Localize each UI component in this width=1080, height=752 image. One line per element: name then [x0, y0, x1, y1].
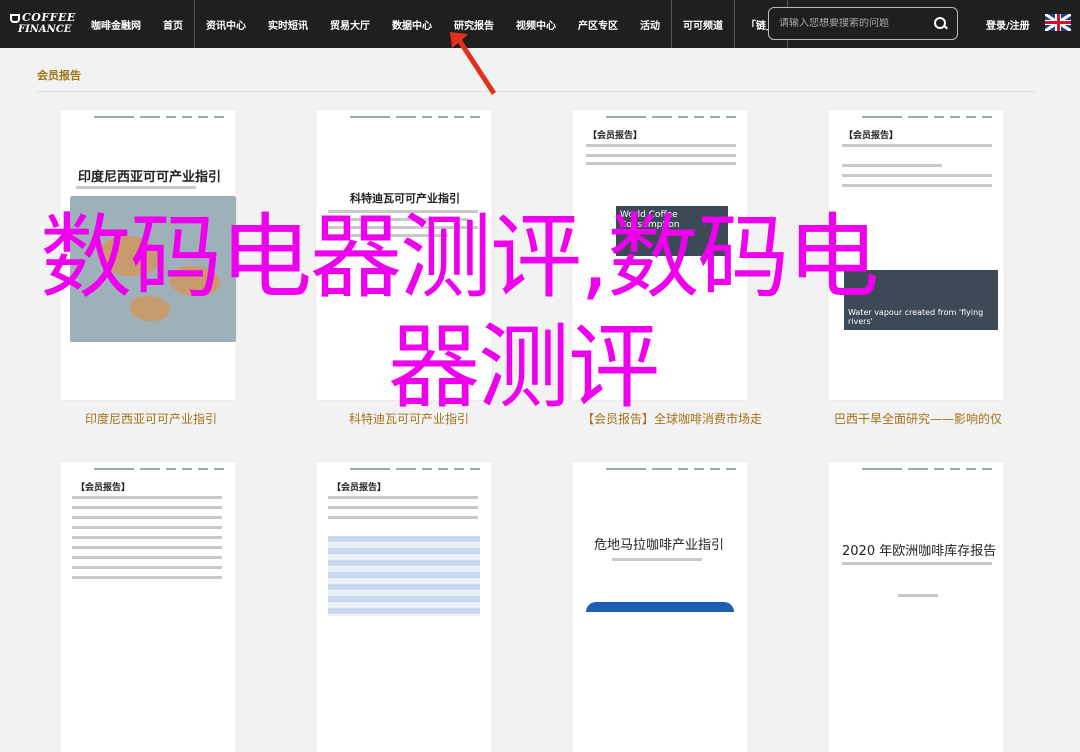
doc-text-line — [72, 506, 222, 509]
top-navigation-bar: COFFEE FINANCE 咖啡金融网 首页 资讯中心 实时短讯 贸易大厅 数… — [0, 0, 1080, 48]
report-card[interactable]: 科特迪瓦可可产业指引 科特迪瓦可可产业指引 — [316, 110, 492, 426]
report-card[interactable]: 【会员报告】 Water vapour created from 'flying… — [828, 110, 1004, 426]
doc-header — [94, 116, 230, 120]
nav-origin-zone[interactable]: 产区专区 — [567, 0, 629, 48]
doc-text-line — [72, 546, 222, 549]
doc-text-line — [72, 496, 222, 499]
doc-text-line — [842, 184, 992, 187]
nav-home[interactable]: 首页 — [152, 0, 194, 48]
nav-research-reports[interactable]: 研究报告 — [443, 0, 505, 48]
card-caption[interactable]: 科特迪瓦可可产业指引 — [349, 410, 469, 427]
card-caption[interactable]: 印度尼西亚可可产业指引 — [85, 410, 217, 427]
doc-title: 【会员报告】 — [332, 483, 387, 493]
section-divider — [37, 91, 1035, 92]
coffee-banner-image: World Coffee Consumption — [616, 206, 728, 256]
doc-header — [94, 468, 230, 472]
section-title: 会员报告 — [37, 69, 81, 82]
doc-text-line — [72, 566, 222, 569]
data-table-image — [328, 536, 480, 616]
doc-header — [862, 116, 998, 120]
doc-text-line — [72, 536, 222, 539]
doc-text-line — [328, 226, 478, 229]
nav-video-center[interactable]: 视频中心 — [505, 0, 567, 48]
doc-text-line — [612, 558, 702, 561]
doc-text-line — [72, 516, 222, 519]
report-card[interactable]: 2020 年欧洲咖啡库存报告 — [828, 462, 1004, 752]
search-input[interactable] — [779, 18, 933, 29]
doc-text-line — [328, 234, 448, 237]
doc-text-line — [72, 556, 222, 559]
nav-coffee-finance[interactable]: 咖啡金融网 — [80, 0, 152, 48]
report-card[interactable]: 危地马拉咖啡产业指引 — [572, 462, 748, 752]
nav-news-center[interactable]: 资讯中心 — [195, 0, 257, 48]
doc-header — [606, 468, 742, 472]
doc-text-line — [328, 218, 468, 221]
report-card[interactable]: 【会员报告】 — [60, 462, 236, 752]
doc-header — [350, 468, 486, 472]
logo-line1: COFFEE — [22, 11, 76, 24]
nav-cocoa-channel[interactable]: 可可频道 — [672, 0, 734, 48]
doc-header — [606, 116, 742, 120]
doc-text-line — [898, 594, 938, 597]
cover-graphic — [586, 602, 734, 612]
coffee-finance-logo[interactable]: COFFEE FINANCE — [0, 0, 80, 48]
doc-text-line — [586, 144, 736, 147]
nav-data-center[interactable]: 数据中心 — [381, 0, 443, 48]
doc-text-line — [842, 562, 992, 565]
doc-title: 2020 年欧洲咖啡库存报告 — [842, 544, 997, 559]
card-caption[interactable]: 巴西干旱全面研究——影响的仅 — [834, 410, 1002, 427]
search-box — [768, 7, 958, 40]
report-card[interactable]: 印度尼西亚可可产业指引 印度尼西亚可可产业指引 — [60, 110, 236, 426]
doc-text-line — [328, 506, 478, 509]
doc-text-line — [842, 144, 992, 147]
logo-line2: FINANCE — [18, 24, 72, 35]
search-icon[interactable] — [933, 16, 949, 32]
nav-flash-news[interactable]: 实时短讯 — [257, 0, 319, 48]
doc-text-line — [72, 576, 222, 579]
card-caption[interactable]: 【会员报告】全球咖啡消费市场走 — [582, 410, 762, 427]
doc-text-line — [328, 516, 478, 519]
doc-text-line — [76, 186, 196, 189]
doc-title: 【会员报告】 — [844, 131, 899, 141]
report-map-image — [70, 196, 236, 342]
uk-flag-icon[interactable] — [1045, 14, 1071, 31]
login-register-link[interactable]: 登录/注册 — [986, 0, 1030, 48]
banner-text: Water vapour created from 'flying rivers… — [848, 308, 984, 326]
doc-text-line — [586, 162, 736, 165]
doc-text-line — [72, 526, 222, 529]
doc-title: 【会员报告】 — [588, 131, 643, 141]
main-nav: 咖啡金融网 首页 资讯中心 实时短讯 贸易大厅 数据中心 研究报告 视频中心 产… — [80, 0, 788, 48]
doc-header — [350, 116, 486, 120]
doc-title: 【会员报告】 — [76, 483, 131, 493]
doc-title: 危地马拉咖啡产业指引 — [594, 538, 725, 553]
banner-text: World Coffee Consumption — [620, 210, 680, 230]
report-card[interactable]: 【会员报告】 World Coffee Consumption 【会员报告】全球… — [572, 110, 762, 426]
doc-text-line — [328, 210, 478, 213]
doc-text-line — [328, 496, 478, 499]
doc-title: 印度尼西亚可可产业指引 — [78, 170, 222, 185]
coffee-cup-icon — [10, 13, 20, 23]
nav-trade-hall[interactable]: 贸易大厅 — [319, 0, 381, 48]
doc-header — [862, 468, 998, 472]
doc-text-line — [842, 164, 942, 167]
map-banner-image: Water vapour created from 'flying rivers… — [844, 270, 998, 330]
nav-events[interactable]: 活动 — [629, 0, 671, 48]
doc-text-line — [842, 174, 992, 177]
doc-text-line — [586, 154, 736, 157]
report-card[interactable]: 【会员报告】 — [316, 462, 492, 752]
doc-title: 科特迪瓦可可产业指引 — [350, 192, 460, 205]
